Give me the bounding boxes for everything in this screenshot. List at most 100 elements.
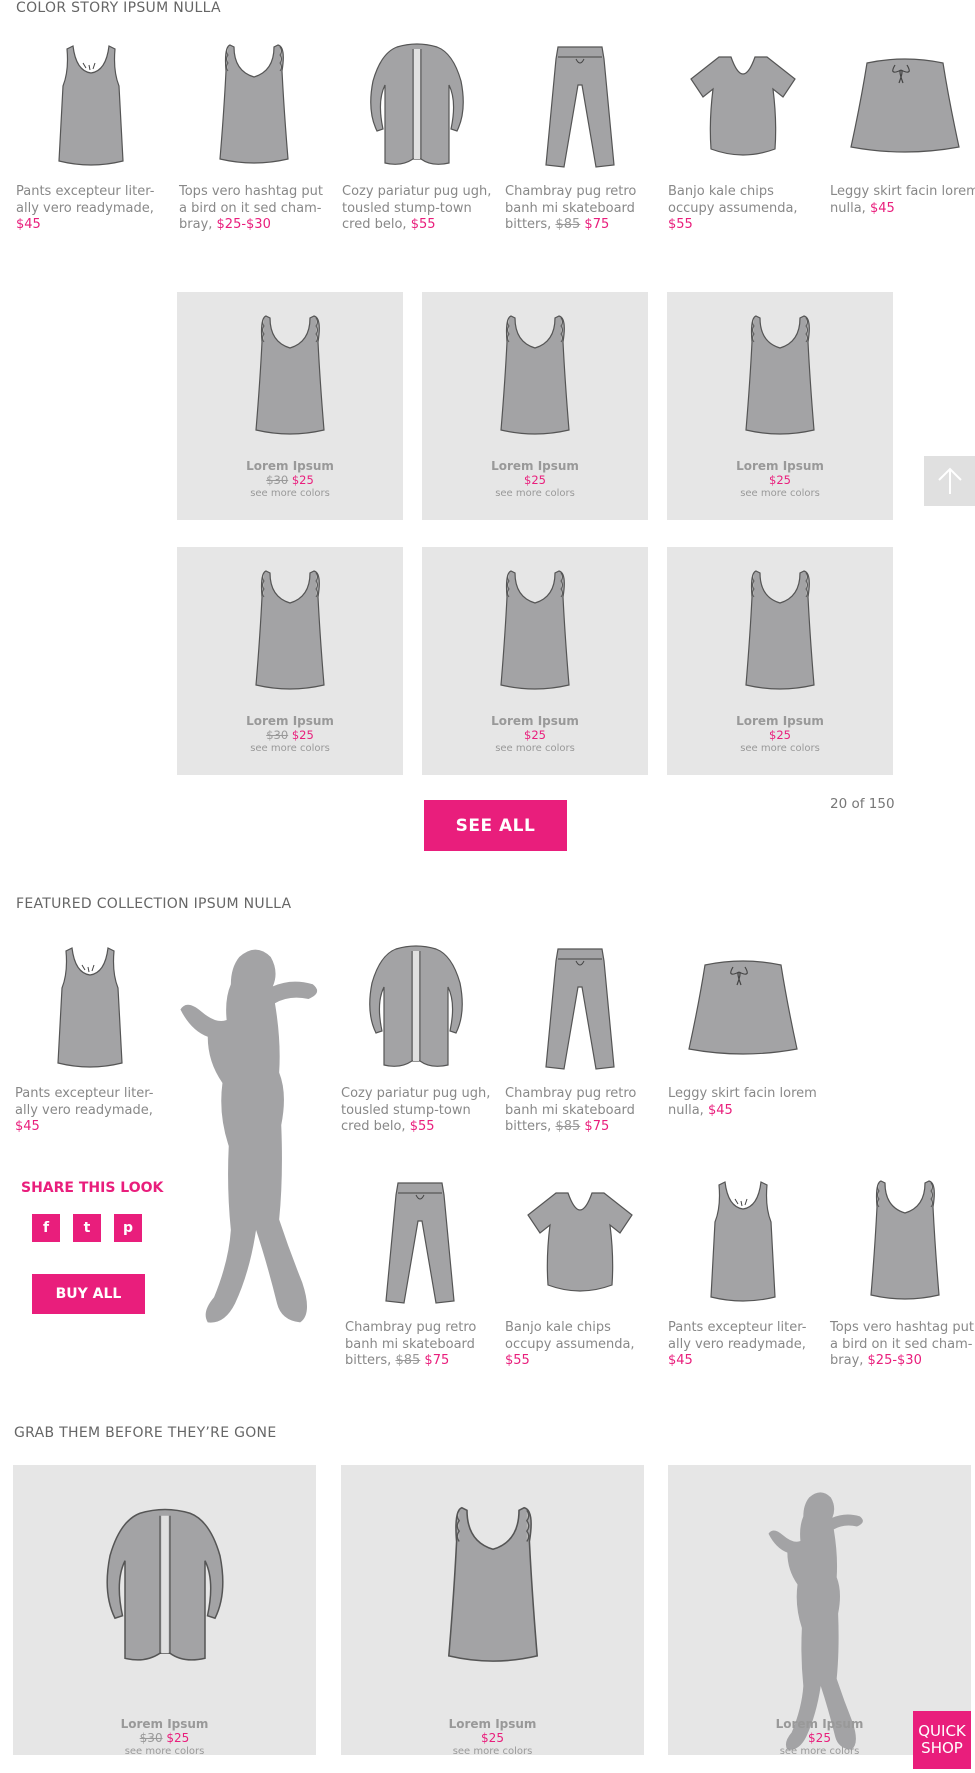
- product-card[interactable]: Chambray pug retro banh mi skateboard bi…: [505, 36, 655, 234]
- product-image[interactable]: [177, 561, 403, 701]
- price: $45: [668, 1353, 693, 1368]
- see-more-colors-link[interactable]: see more colors: [422, 487, 648, 501]
- product-card[interactable]: Banjo kale chips occupy assumenda, $55: [505, 1172, 655, 1370]
- product-image[interactable]: [341, 1487, 644, 1687]
- product-card[interactable]: Chambray pug retro banh mi skateboard bi…: [505, 938, 655, 1136]
- product-card[interactable]: Banjo kale chips occupy assumenda, $55: [668, 36, 818, 234]
- product-tile[interactable]: Lorem Ipsum $30 $25 see more colors: [13, 1465, 316, 1757]
- product-card[interactable]: Tops vero hashtag put a bird on it sed c…: [179, 36, 329, 234]
- product-card[interactable]: Cozy pariatur pug ugh, tousled stump-tow…: [341, 938, 491, 1136]
- see-all-button[interactable]: SEE ALL: [424, 800, 567, 851]
- price-was: $30: [266, 728, 289, 742]
- pinterest-icon[interactable]: p: [114, 1214, 142, 1242]
- price: $25-$30: [216, 217, 271, 232]
- price: $25: [166, 1731, 190, 1745]
- price: $25: [524, 473, 546, 487]
- price: $55: [668, 217, 693, 232]
- product-image[interactable]: [177, 306, 403, 446]
- tshirt-icon: [683, 41, 803, 171]
- product-image[interactable]: [422, 561, 648, 701]
- see-more-colors-link[interactable]: see more colors: [667, 487, 893, 501]
- product-image[interactable]: [505, 36, 655, 176]
- product-card[interactable]: Pants excepteur liter-ally vero readymad…: [668, 1172, 818, 1370]
- product-image[interactable]: [16, 36, 166, 176]
- product-image[interactable]: [668, 1172, 818, 1312]
- product-card[interactable]: Cozy pariatur pug ugh, tousled stump-tow…: [342, 36, 492, 234]
- tshirt-icon: [520, 1177, 640, 1307]
- strappy-top-icon: [845, 1177, 965, 1307]
- product-desc: Pants excepteur liter-ally vero readymad…: [15, 1086, 154, 1118]
- product-image[interactable]: [830, 1172, 975, 1312]
- product-name: Lorem Ipsum: [246, 459, 334, 473]
- strappy-top-icon: [485, 561, 585, 703]
- price: $45: [707, 1102, 733, 1118]
- quick-shop-button[interactable]: QUICK SHOP: [913, 1711, 971, 1769]
- product-image[interactable]: [830, 36, 975, 176]
- strappy-top-icon: [485, 306, 585, 448]
- product-card[interactable]: Chambray pug retro banh mi skateboard bi…: [345, 1172, 495, 1370]
- product-card[interactable]: Tops vero hashtag put a bird on it sed c…: [830, 1172, 975, 1370]
- product-tile[interactable]: Lorem Ipsum $25 see more colors: [667, 547, 893, 775]
- product-tile[interactable]: Lorem Ipsum $25 see more colors: [341, 1465, 644, 1757]
- product-card[interactable]: Leggy skirt facin lorem nulla, $45: [668, 938, 818, 1119]
- see-more-colors-link[interactable]: see more colors: [667, 742, 893, 756]
- product-image[interactable]: [668, 938, 818, 1078]
- price: $25: [291, 728, 314, 742]
- price: $55: [505, 1353, 530, 1368]
- product-card[interactable]: Pants excepteur liter-ally vero readymad…: [16, 36, 166, 234]
- model-silhouette: [160, 936, 350, 1356]
- product-card[interactable]: Pants excepteur liter-ally vero readymad…: [15, 938, 165, 1136]
- product-tile[interactable]: Lorem Ipsum $30 $25 see more colors: [177, 547, 403, 775]
- product-tile[interactable]: Lorem Ipsum $25 see more colors: [422, 292, 648, 520]
- product-name: Lorem Ipsum: [120, 1717, 209, 1731]
- scroll-to-top-button[interactable]: [924, 456, 975, 506]
- color-story-title: COLOR STORY IPSUM NULLA: [16, 0, 221, 16]
- price: $25: [291, 473, 314, 487]
- price: $75: [424, 1353, 450, 1368]
- see-more-colors-link[interactable]: see more colors: [341, 1745, 644, 1759]
- product-image[interactable]: [341, 938, 491, 1078]
- product-image[interactable]: [342, 36, 492, 176]
- product-desc: Leggy skirt facin lorem nulla,: [668, 1086, 817, 1118]
- product-image[interactable]: [422, 306, 648, 446]
- buy-all-button[interactable]: BUY ALL: [32, 1274, 145, 1314]
- price-was: $30: [139, 1731, 163, 1745]
- product-name: Lorem Ipsum: [736, 459, 824, 473]
- product-image[interactable]: [179, 36, 329, 176]
- strappy-top-icon: [240, 561, 340, 703]
- price-was: $85: [395, 1353, 421, 1368]
- twitter-icon[interactable]: t: [73, 1214, 101, 1242]
- product-desc: Leggy skirt facin lorem nulla,: [830, 184, 975, 216]
- product-card[interactable]: Leggy skirt facin lorem nulla, $45: [830, 36, 975, 217]
- product-image[interactable]: [345, 1172, 495, 1312]
- product-image[interactable]: [667, 306, 893, 446]
- price: $25: [769, 473, 791, 487]
- skirt-icon: [845, 41, 965, 171]
- see-more-colors-link[interactable]: see more colors: [177, 487, 403, 501]
- product-tile[interactable]: Lorem Ipsum $25 see more colors: [422, 547, 648, 775]
- see-more-colors-link[interactable]: see more colors: [13, 1745, 316, 1759]
- product-tile[interactable]: Lorem Ipsum $25 see more colors: [667, 292, 893, 520]
- product-image[interactable]: [15, 938, 165, 1078]
- product-image[interactable]: [505, 938, 655, 1078]
- product-desc: Banjo kale chips occupy assumenda,: [668, 184, 798, 216]
- product-desc: Banjo kale chips occupy assumenda,: [505, 1320, 635, 1352]
- product-name: Lorem Ipsum: [448, 1717, 537, 1731]
- strappy-top-icon: [428, 1487, 558, 1687]
- tank-top-icon: [31, 41, 151, 171]
- price: $25: [808, 1731, 831, 1745]
- see-more-colors-link[interactable]: see more colors: [422, 742, 648, 756]
- product-image[interactable]: [505, 1172, 655, 1312]
- see-more-colors-link[interactable]: see more colors: [177, 742, 403, 756]
- product-image[interactable]: [668, 36, 818, 176]
- facebook-icon[interactable]: f: [32, 1214, 60, 1242]
- cardigan-icon: [90, 1487, 240, 1687]
- price: $55: [409, 1119, 435, 1134]
- price: $25-$30: [867, 1353, 922, 1368]
- cardigan-icon: [357, 41, 477, 171]
- price: $45: [16, 217, 41, 232]
- product-image[interactable]: [13, 1487, 316, 1687]
- product-image[interactable]: [667, 561, 893, 701]
- price: $25: [769, 728, 791, 742]
- product-tile[interactable]: Lorem Ipsum $30 $25 see more colors: [177, 292, 403, 520]
